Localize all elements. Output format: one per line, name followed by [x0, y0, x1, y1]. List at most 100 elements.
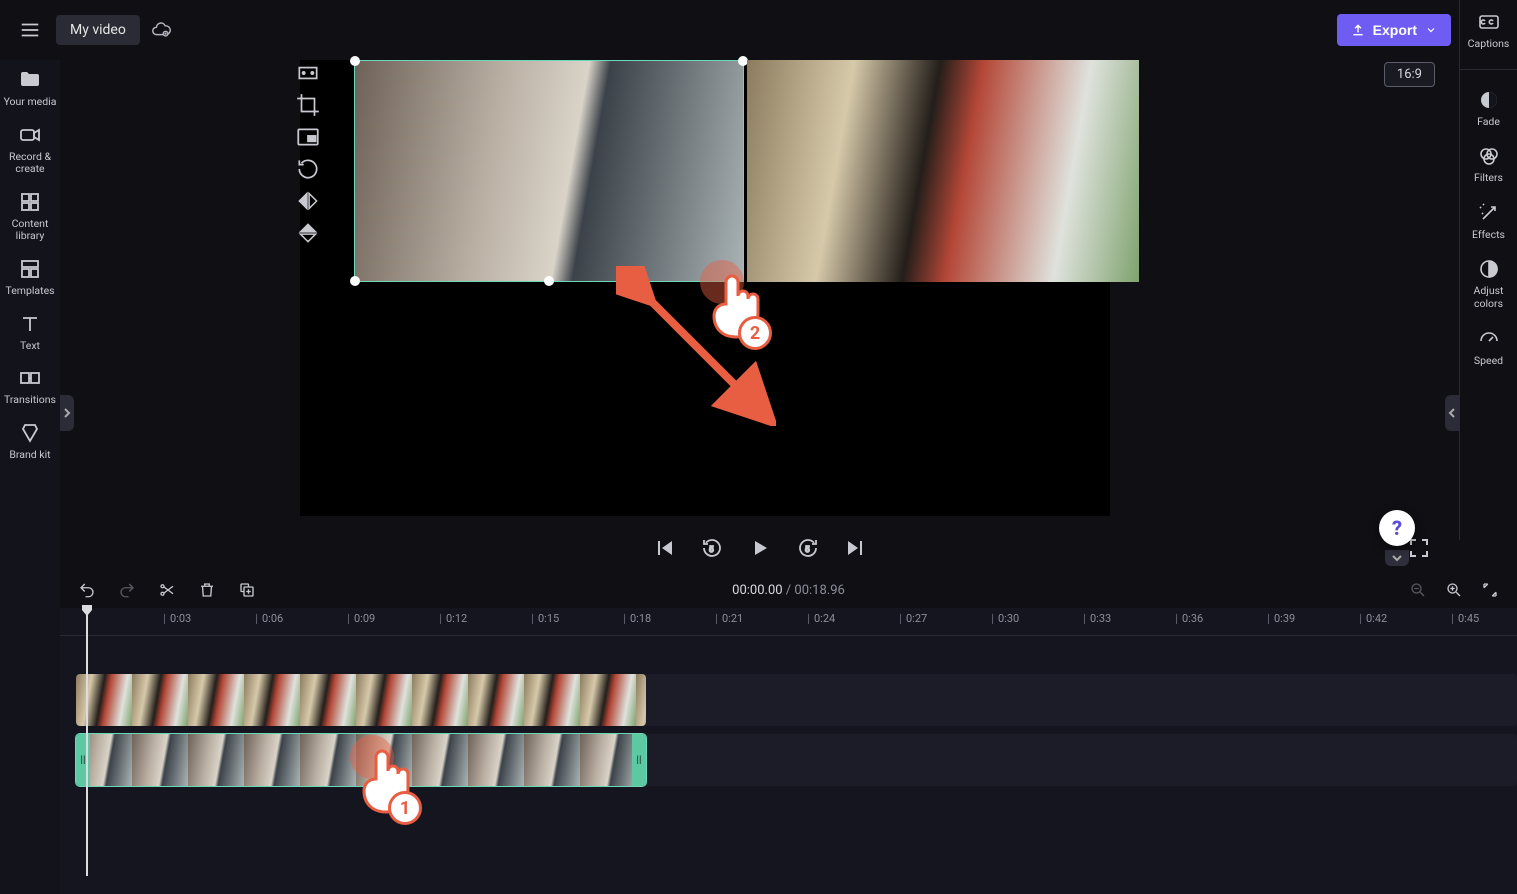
split-button[interactable]	[158, 581, 176, 599]
sidebar-item-brandkit[interactable]: Brand kit	[2, 421, 58, 462]
sidebar-item-effects[interactable]: Effects	[1461, 201, 1517, 242]
flip-v-icon	[295, 220, 321, 246]
help-button[interactable]: ?	[1379, 510, 1415, 546]
play-button[interactable]	[748, 536, 772, 560]
flip-h-icon	[295, 188, 321, 214]
ruler-tick: 0:33	[1090, 612, 1111, 625]
sidebar-item-adjust-colors[interactable]: Adjust colors	[1461, 257, 1517, 310]
upload-icon	[1351, 23, 1365, 37]
rectangle-icon	[295, 60, 321, 86]
fit-timeline-button[interactable]	[1481, 581, 1499, 599]
export-label: Export	[1373, 22, 1417, 38]
sidebar-item-speed[interactable]: Speed	[1461, 327, 1517, 368]
ruler-tick: 0:45	[1458, 612, 1479, 625]
clip-thumbnail	[244, 734, 300, 786]
pip-tool[interactable]	[295, 124, 321, 150]
skip-forward-icon	[844, 536, 868, 560]
zoom-out-button[interactable]	[1409, 581, 1427, 599]
sidebar-item-label: Captions	[1468, 38, 1510, 51]
sidebar-item-templates[interactable]: Templates	[2, 257, 58, 298]
text-icon	[18, 312, 42, 336]
timeline-clip-selected[interactable]: || ||	[76, 734, 646, 786]
sidebar-item-label: Speed	[1474, 355, 1503, 368]
skip-back-button[interactable]	[652, 536, 676, 560]
resize-handle-bm[interactable]	[544, 276, 554, 286]
sidebar-item-label: Fade	[1477, 116, 1500, 129]
aspect-ratio-selector[interactable]: 16:9	[1384, 62, 1435, 87]
flip-horizontal-tool[interactable]	[295, 188, 321, 214]
skip-forward-button[interactable]	[844, 536, 868, 560]
track-row[interactable]	[76, 674, 1517, 726]
ruler-tick: 0:39	[1274, 612, 1295, 625]
flip-vertical-tool[interactable]	[295, 220, 321, 246]
ruler-tick: 0:15	[538, 612, 559, 625]
clip-thumbnail	[356, 734, 412, 786]
forward-5-button[interactable]: 5	[796, 536, 820, 560]
sidebar-item-transitions[interactable]: Transitions	[2, 366, 58, 407]
sidebar-item-media[interactable]: Your media	[2, 68, 58, 109]
ruler-tick: 0:09	[354, 612, 375, 625]
collapse-right-panel[interactable]	[1445, 395, 1459, 431]
ruler-tick: 0:27	[906, 612, 927, 625]
templates-icon	[18, 257, 42, 281]
effects-icon	[1477, 201, 1501, 225]
rotate-icon	[295, 156, 321, 182]
rewind-icon: 5	[700, 536, 724, 560]
help-collapse[interactable]	[1385, 550, 1409, 566]
delete-button[interactable]	[198, 581, 216, 599]
svg-text:5: 5	[805, 545, 810, 554]
library-icon	[18, 190, 42, 214]
sidebar-item-library[interactable]: Content library	[2, 190, 58, 243]
time-display: 00:00.00 / 00:18.96	[732, 583, 845, 598]
rewind-5-button[interactable]: 5	[700, 536, 724, 560]
clip-thumbnail	[580, 734, 636, 786]
redo-button[interactable]	[118, 581, 136, 599]
expand-left-panel[interactable]	[60, 395, 74, 431]
fit-tool[interactable]	[295, 60, 321, 86]
resize-handle-tl[interactable]	[350, 56, 360, 66]
player-controls: 5 5	[60, 528, 1459, 568]
playhead[interactable]	[80, 604, 94, 618]
total-time: 00:18.96	[794, 583, 844, 598]
current-time: 00:00.00	[732, 583, 782, 598]
rotate-tool[interactable]	[295, 156, 321, 182]
trim-handle-right[interactable]: ||	[632, 734, 646, 786]
clip-thumbnail	[356, 674, 412, 726]
sidebar-item-filters[interactable]: Filters	[1461, 144, 1517, 185]
sidebar-item-text[interactable]: Text	[2, 312, 58, 353]
zoom-in-button[interactable]	[1445, 581, 1463, 599]
clip-thumbnail	[132, 734, 188, 786]
ruler-tick: 0:36	[1182, 612, 1203, 625]
canvas-clip-secondary[interactable]	[747, 60, 1139, 282]
export-button[interactable]: Export	[1337, 14, 1451, 46]
cloud-sync-icon[interactable]	[150, 19, 172, 41]
track-row[interactable]: || ||	[76, 734, 1517, 786]
skip-back-icon	[652, 536, 676, 560]
undo-button[interactable]	[78, 581, 96, 599]
resize-handle-bl[interactable]	[350, 276, 360, 286]
canvas-clip-selected[interactable]	[354, 60, 744, 282]
hamburger-menu[interactable]	[14, 14, 46, 46]
timeline[interactable]: 0:030:060:090:120:150:180:210:240:270:30…	[60, 608, 1517, 894]
timeline-clip[interactable]	[76, 674, 646, 726]
sidebar-item-record[interactable]: Record & create	[2, 123, 58, 176]
crop-tool[interactable]	[295, 92, 321, 118]
sidebar-item-label: Record & create	[2, 151, 58, 176]
chevron-right-icon	[63, 407, 71, 419]
clip-thumbnail	[188, 734, 244, 786]
sidebar-item-captions[interactable]: Captions	[1461, 10, 1517, 51]
ruler-tick: 0:42	[1366, 612, 1387, 625]
project-title[interactable]: My video	[56, 15, 140, 45]
folder-icon	[18, 68, 42, 92]
forward-icon: 5	[796, 536, 820, 560]
ruler-tick: 0:12	[446, 612, 467, 625]
filters-icon	[1477, 144, 1501, 168]
ruler-tick: 0:21	[722, 612, 743, 625]
sidebar-item-label: Content library	[2, 218, 58, 243]
duplicate-button[interactable]	[238, 581, 256, 599]
sidebar-item-fade[interactable]: Fade	[1461, 88, 1517, 129]
timeline-ruler[interactable]: 0:030:060:090:120:150:180:210:240:270:30…	[60, 608, 1517, 636]
sidebar-item-label: Adjust colors	[1461, 285, 1517, 310]
ruler-tick: 0:30	[998, 612, 1019, 625]
brandkit-icon	[18, 421, 42, 445]
